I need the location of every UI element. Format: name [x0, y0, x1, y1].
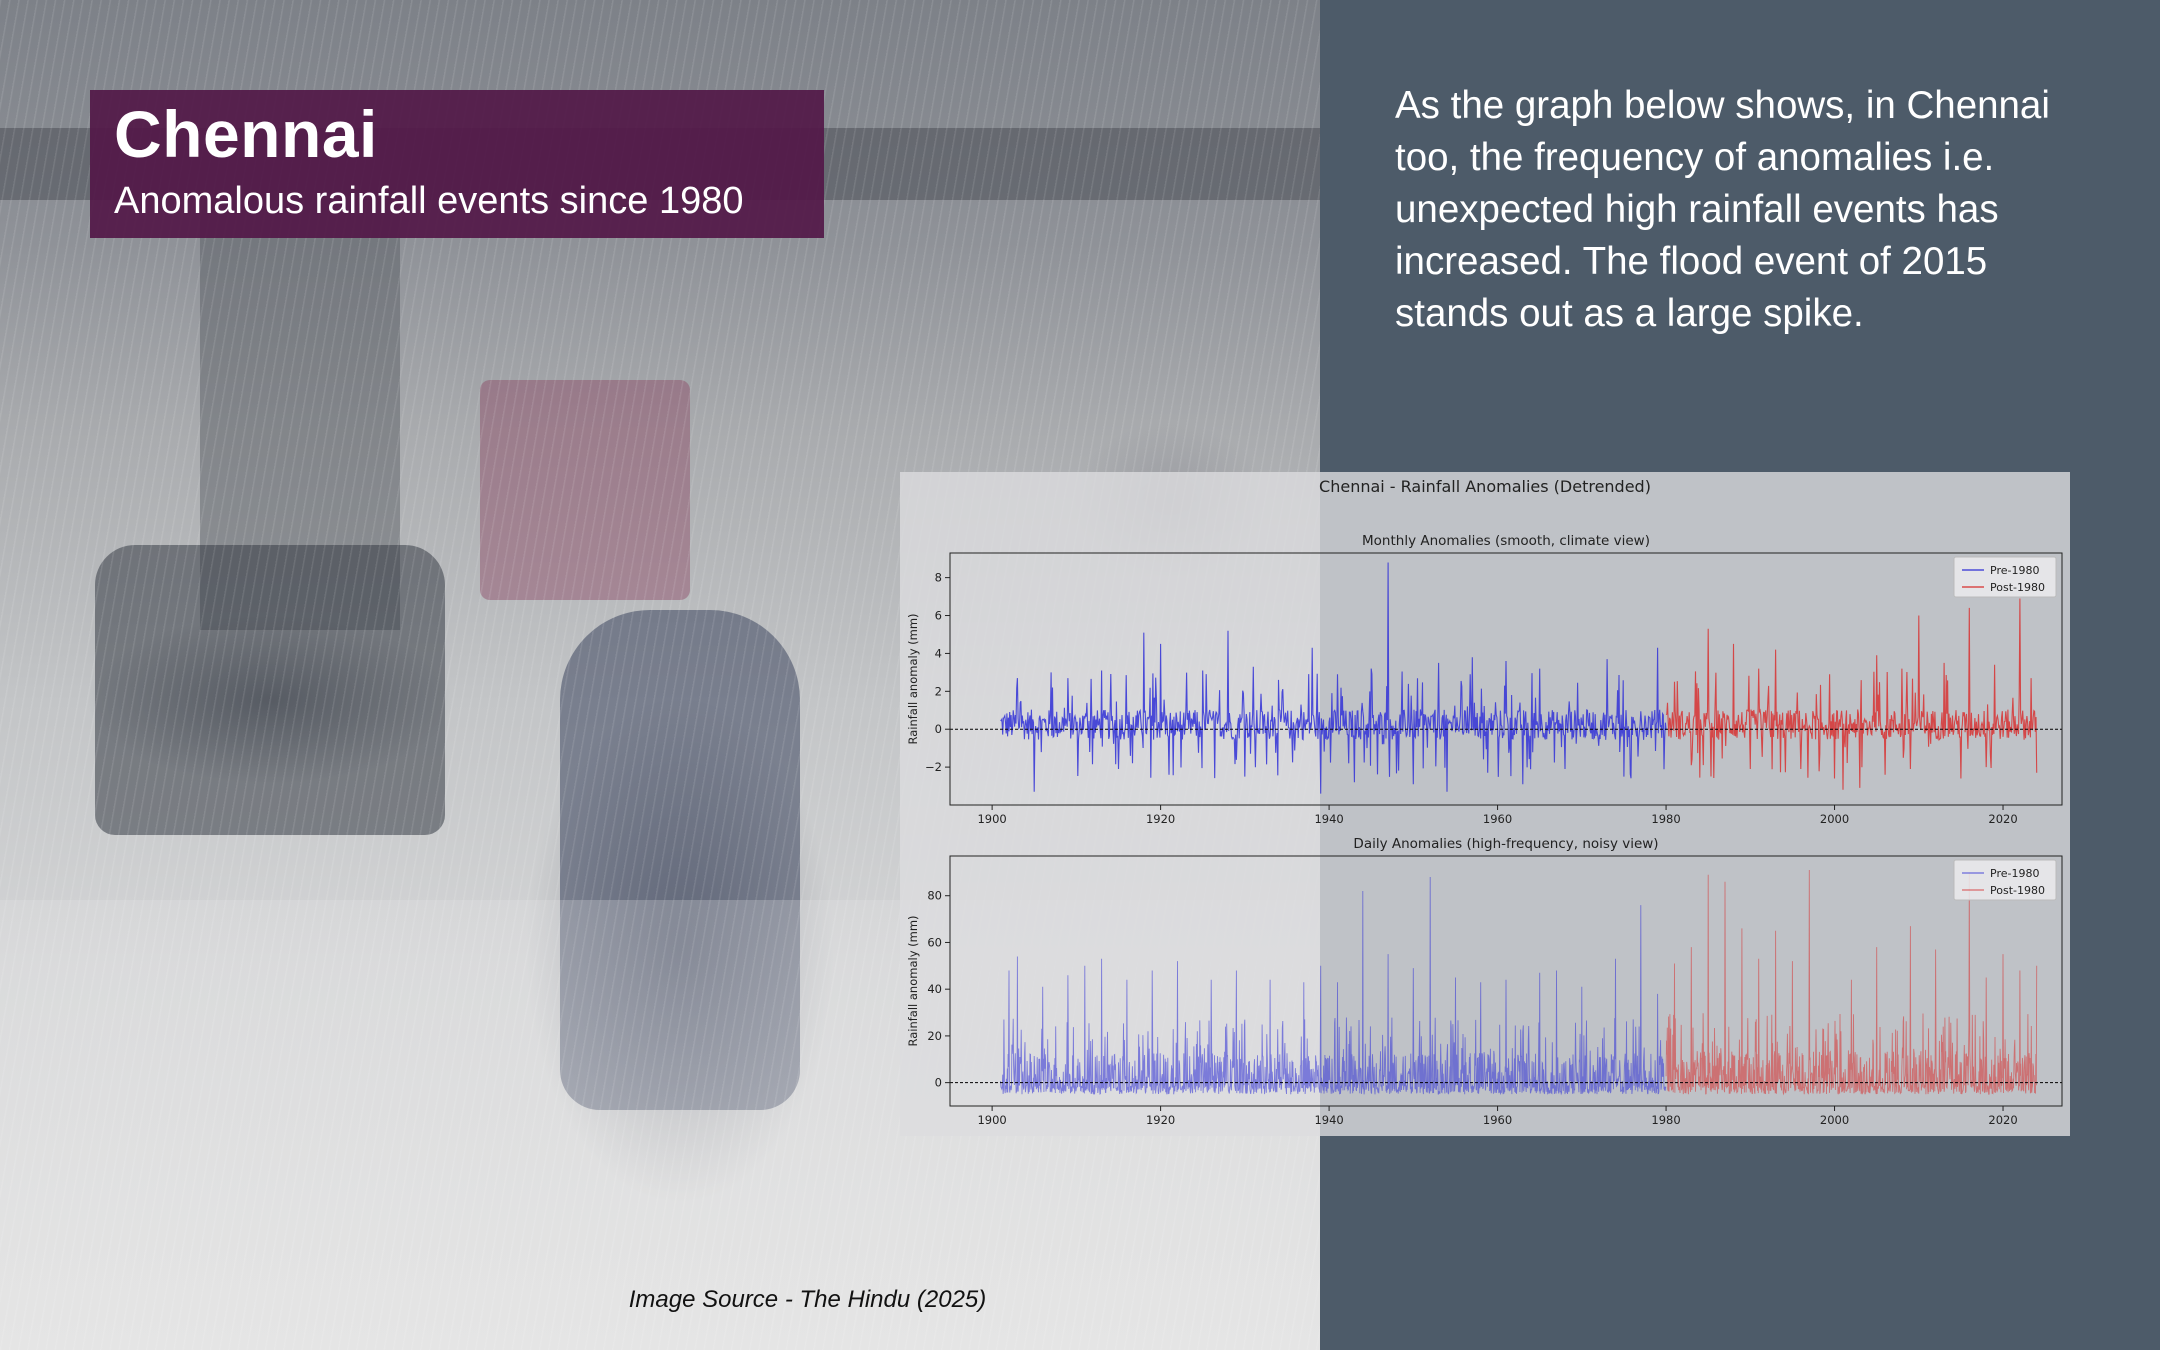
title-box: Chennai Anomalous rainfall events since …: [90, 90, 824, 238]
legend-label-post-1980: Post-1980: [1990, 581, 2045, 594]
y-axis-label: Rainfall anomaly (mm): [906, 613, 920, 744]
y-tick-label: 40: [927, 982, 942, 996]
y-tick-label: −2: [925, 760, 942, 774]
x-tick-label: 1900: [977, 812, 1006, 826]
x-tick-label: 2020: [1988, 1113, 2017, 1127]
x-tick-label: 2000: [1820, 812, 1849, 826]
y-tick-label: 6: [935, 609, 942, 623]
y-tick-label: 20: [927, 1029, 942, 1043]
page-subtitle: Anomalous rainfall events since 1980: [114, 180, 744, 222]
series-line-pre-1980: [1000, 876, 1667, 1096]
panel-title: Monthly Anomalies (smooth, climate view): [1362, 533, 1650, 549]
series-line-post-1980: [1665, 598, 2038, 790]
legend-label-post-1980: Post-1980: [1990, 884, 2045, 897]
rainfall-chart-svg: Chennai - Rainfall Anomalies (Detrended)…: [906, 477, 2063, 1127]
x-tick-label: 1980: [1651, 1113, 1680, 1127]
x-tick-label: 1960: [1483, 1113, 1512, 1127]
x-tick-label: 2020: [1988, 812, 2017, 826]
description-text: As the graph below shows, in Chennai too…: [1395, 84, 2050, 335]
x-tick-label: 1920: [1146, 812, 1175, 826]
y-tick-label: 0: [935, 1076, 942, 1090]
panel-title: Daily Anomalies (high-frequency, noisy v…: [1353, 836, 1658, 852]
y-tick-label: 60: [927, 935, 942, 949]
x-tick-label: 1900: [977, 1113, 1006, 1127]
rainfall-chart: Chennai - Rainfall Anomalies (Detrended)…: [900, 472, 2070, 1136]
page-title: Chennai: [114, 97, 378, 171]
x-tick-label: 1960: [1483, 812, 1512, 826]
y-tick-label: 80: [927, 889, 942, 903]
x-tick-label: 2000: [1820, 1113, 1849, 1127]
y-tick-label: 2: [935, 684, 942, 698]
x-tick-label: 1920: [1146, 1113, 1175, 1127]
x-tick-label: 1940: [1314, 812, 1343, 826]
y-tick-label: 4: [935, 646, 942, 660]
chart-suptitle: Chennai - Rainfall Anomalies (Detrended): [1319, 477, 1651, 496]
legend-label-pre-1980: Pre-1980: [1990, 564, 2039, 577]
image-source-caption: Image Source - The Hindu (2025): [628, 1286, 987, 1313]
y-tick-label: 8: [935, 571, 942, 585]
legend-label-pre-1980: Pre-1980: [1990, 867, 2039, 880]
series-line-post-1980: [1665, 869, 2038, 1096]
y-tick-label: 0: [935, 722, 942, 736]
y-axis-label: Rainfall anomaly (mm): [906, 915, 920, 1046]
x-tick-label: 1940: [1314, 1113, 1343, 1127]
x-tick-label: 1980: [1651, 812, 1680, 826]
series-line-pre-1980: [1000, 562, 1667, 794]
